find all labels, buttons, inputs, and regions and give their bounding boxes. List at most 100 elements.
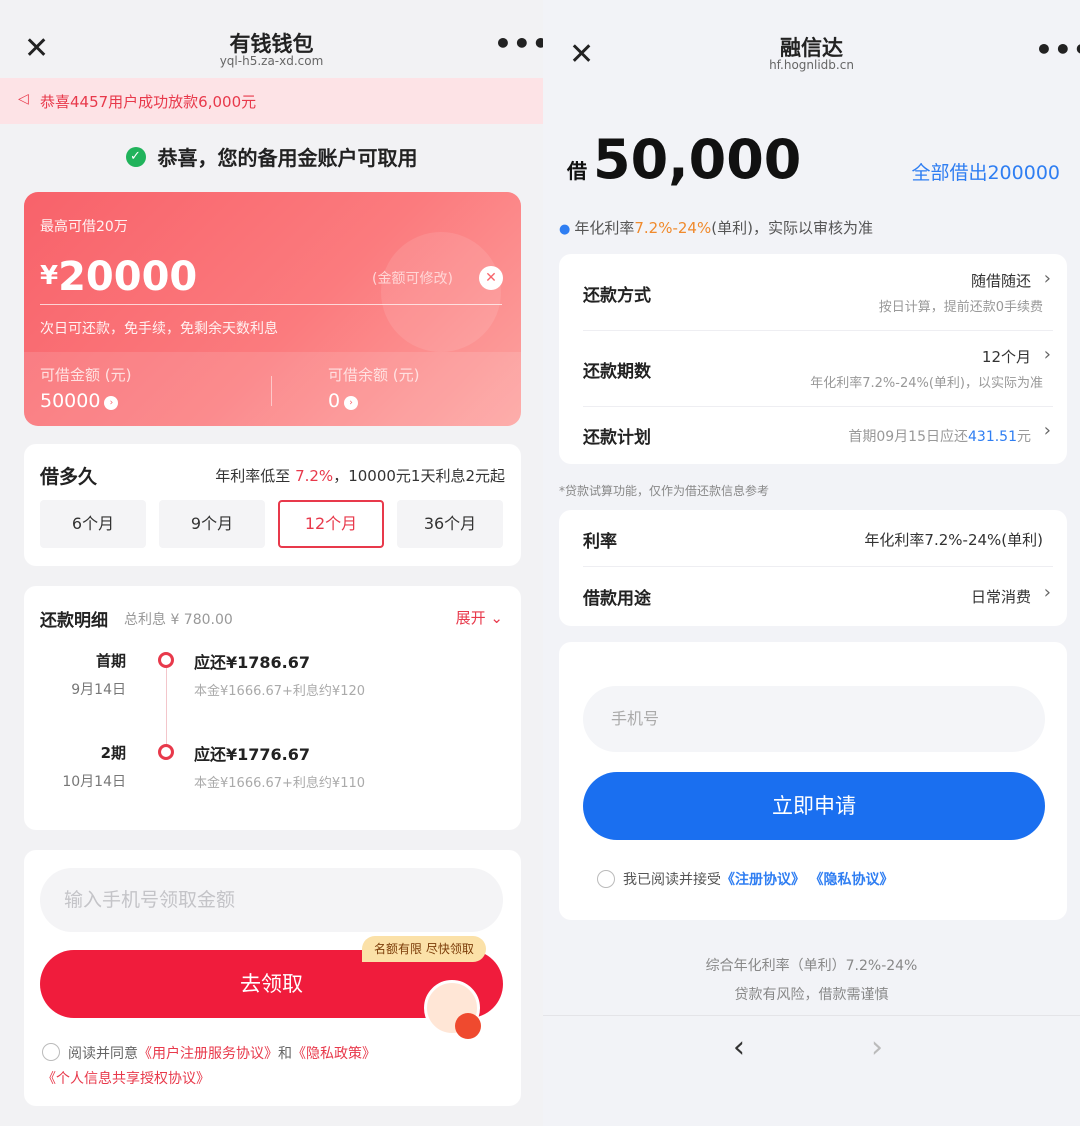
rate-prefix: 年化利率 [574,219,635,237]
period-label: 2期 [100,744,126,762]
rate-range: 7.2%-24% [634,219,712,237]
chevron-right-icon: › [1043,420,1051,441]
loan-rate-card: 利率 年化利率7.2%-24%(单利) 借款用途 日常消费 › [559,510,1067,626]
loan-amount[interactable]: 借 50,000 [567,128,801,191]
balance-value-text: 0 [328,390,341,412]
arrow-right-icon[interactable]: › [104,396,119,410]
period-date: 10月14日 [62,774,126,790]
row-value: 随借随还 [970,272,1031,290]
phone-input[interactable]: 手机号 [583,686,1045,752]
repayment-title: 还款明细 [40,611,108,631]
available-value-text: 50000 [40,390,101,412]
period-detail: 本金¥1666.67+利息约¥110 [194,776,366,791]
period-date: 9月14日 [71,682,126,698]
term-option-12-selected[interactable]: 12个月 [278,500,384,548]
row-key: 还款期数 [583,362,651,382]
browser-bottom-bar: ‹ › [543,1015,1080,1126]
period-due: 应还¥1776.67 [194,745,311,764]
duration-title: 借多久 [40,466,98,488]
info-sharing-agreement-link[interactable]: 《个人信息共享授权协议》 [42,1068,210,1088]
total-interest: 总利息 ¥ 780.00 [124,612,233,628]
max-amount-label: 最高可借20万 [40,219,128,235]
row-value: 年化利率7.2%-24%(单利) [864,531,1043,549]
left-page-url: yql-h5.za-xd.com [219,54,324,68]
plan-suffix: 元 [1017,429,1031,445]
amount-input[interactable]: ¥20000 [40,254,197,300]
rate-prefix: 年利率低至 [215,467,296,485]
clear-icon[interactable]: ✕ [479,266,503,290]
row-value: 12个月 [981,348,1031,366]
chevron-right-icon: › [1043,268,1051,289]
lend-all-link[interactable]: 全部借出200000 [911,158,1060,185]
row-value: 首期09月15日应还431.51元 [848,426,1031,446]
back-icon[interactable]: ‹ [733,1030,745,1065]
repay-method-row[interactable]: 还款方式 随借随还 按日计算，提前还款0手续费 › [559,254,1067,330]
footer-rate-text: 综合年化利率（单利）7.2%-24% [705,958,918,974]
row-key: 利率 [583,532,617,552]
expand-button[interactable]: 展开 ⌄ [456,607,503,628]
privacy-agreement-link[interactable]: 《隐私协议》 [809,872,893,888]
speaker-icon: ◁ [18,91,29,107]
right-page-url: hf.hognlidb.cn [769,58,854,72]
more-icon[interactable]: ••• [1035,36,1080,64]
apply-now-button[interactable]: 立即申请 [583,772,1045,840]
forward-icon[interactable]: › [871,1030,883,1065]
agree-checkbox[interactable] [597,870,615,888]
rate-suffix: ，10000元1天利息2元起 [333,467,505,485]
editable-hint: (金额可修改) [372,271,453,287]
congrats-message: ✓ 恭喜，您的备用金账户可取用 [0,142,543,176]
left-nav-bar: ✕ 有钱钱包 yql-h5.za-xd.com ••• [0,0,543,78]
chevron-right-icon: › [1043,344,1051,365]
currency-symbol: ¥ [40,261,59,291]
agree-checkbox[interactable] [42,1043,60,1061]
period-detail: 本金¥1666.67+利息约¥120 [194,684,366,699]
expand-label: 展开 [455,609,486,627]
term-option-36[interactable]: 36个月 [397,500,503,548]
repay-plan-row[interactable]: 还款计划 首期09月15日应还431.51元 › [559,406,1067,464]
amount-subtext: 次日可还款，免手续，免剩余天数利息 [40,321,278,337]
limited-quota-tag: 名额有限 尽快领取 [362,936,486,962]
amount-card: 最高可借20万 ¥20000 (金额可修改) ✕ 次日可还款，免手续，免剩余天数… [24,192,521,426]
divider [271,376,272,406]
balance-label: 可借余额 (元) [328,366,420,384]
register-agreement-link[interactable]: 《注册协议》 [721,872,805,888]
chevron-down-icon: ⌄ [490,609,503,627]
agree-prefix: 我已阅读并接受 [623,872,721,888]
agree-and: 和 [278,1046,292,1062]
bell-icon: ● [559,222,571,237]
balance-value: 0 › [328,390,359,412]
chevron-right-icon: › [1043,582,1051,603]
row-value: 日常消费 [970,588,1031,606]
phone-input[interactable]: 输入手机号领取金额 [40,868,503,932]
amount-value: 20000 [58,254,198,300]
interest-rate-row: 利率 年化利率7.2%-24%(单利) [559,510,1067,566]
agreement-text: 阅读并同意《用户注册服务协议》和《隐私政策》 [68,1043,376,1063]
duration-rate-info: 年利率低至 7.2%，10000元1天利息2元起 [215,465,505,486]
banner-text: 恭喜4457用户成功放款6,000元 [40,93,257,111]
available-amount-label: 可借金额 (元) [40,366,132,384]
repayment-card: 还款明细 总利息 ¥ 780.00 展开 ⌄ 首期 9月14日 应还¥1786.… [24,586,521,830]
user-service-agreement-link[interactable]: 《用户注册服务协议》 [138,1046,278,1062]
rate-notice: ● 年化利率7.2%-24%(单利)，实际以审核为准 [559,217,873,238]
loan-purpose-row[interactable]: 借款用途 日常消费 › [559,566,1067,626]
plan-amount: 431.51 [968,429,1017,445]
duration-card: 借多久 年利率低至 7.2%，10000元1天利息2元起 6个月 9个月 12个… [24,444,521,566]
term-option-6[interactable]: 6个月 [40,500,146,548]
arrow-right-icon[interactable]: › [344,396,359,410]
loan-success-banner: ◁ 恭喜4457用户成功放款6,000元 [0,78,543,124]
term-option-9[interactable]: 9个月 [159,500,265,548]
footer-risk-text: 贷款有风险，借款需谨慎 [734,987,889,1003]
row-key: 还款方式 [583,286,651,306]
more-icon[interactable]: ••• [494,30,543,58]
row-key: 借款用途 [583,589,651,609]
row-subtext: 年化利率7.2%-24%(单利)，以实际为准 [810,376,1043,391]
timeline-dot-icon [158,744,174,760]
agree-prefix: 阅读并同意 [68,1046,138,1062]
loan-prefix: 借 [567,159,587,183]
privacy-policy-link[interactable]: 《隐私政策》 [292,1046,376,1062]
available-amount-value: 50000 › [40,390,119,412]
timeline-dot-icon [158,652,174,668]
plan-prefix: 首期09月15日应还 [848,429,968,445]
repay-periods-row[interactable]: 还款期数 12个月 年化利率7.2%-24%(单利)，以实际为准 › [559,330,1067,406]
row-subtext: 按日计算，提前还款0手续费 [878,300,1043,315]
